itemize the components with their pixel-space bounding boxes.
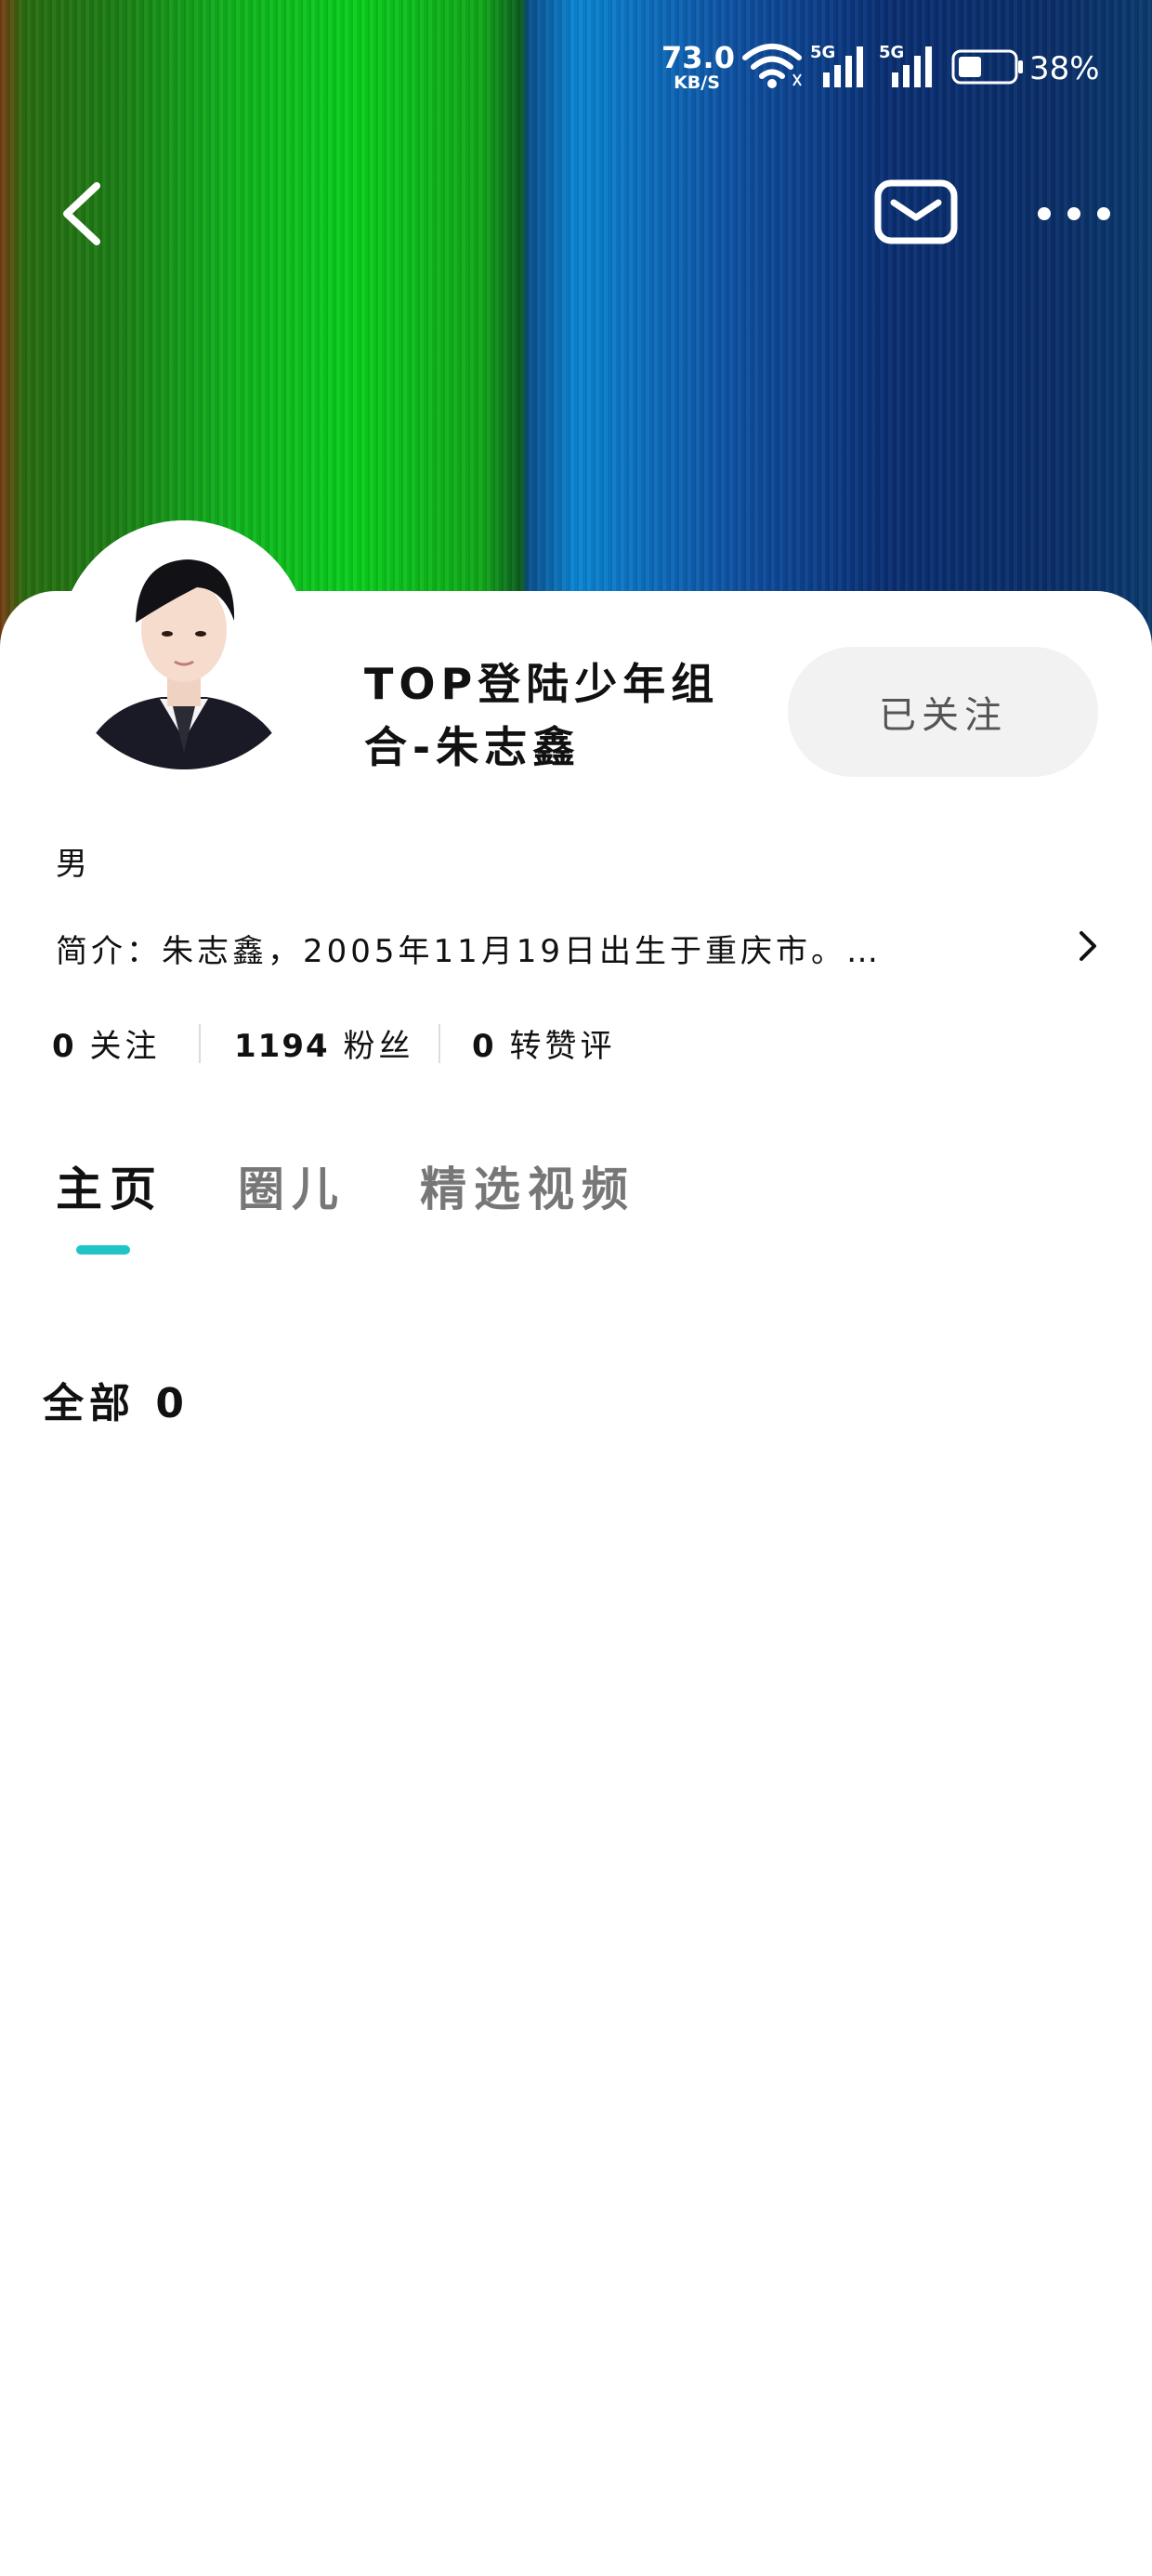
- bio-text: 简介：朱志鑫，2005年11月19日出生于重庆市。…: [56, 933, 883, 970]
- chevron-left-icon: [63, 182, 100, 245]
- back-button[interactable]: [56, 178, 111, 249]
- stat-divider: [199, 1024, 201, 1063]
- stat-following-number: 0: [52, 1028, 76, 1065]
- battery-percent: 38%: [1029, 50, 1100, 87]
- battery-icon: [951, 49, 1023, 85]
- following-button[interactable]: 已关注: [788, 647, 1098, 777]
- message-button[interactable]: [873, 178, 959, 245]
- more-button[interactable]: [1031, 195, 1117, 232]
- profile-sheet: [0, 591, 1152, 2576]
- cellular-signal-icon: 5G: [810, 43, 863, 87]
- avatar-image: [59, 520, 308, 769]
- tab-featured-videos[interactable]: 精选视频: [420, 1152, 635, 1219]
- stat-following-label: 关注: [89, 1028, 161, 1065]
- tab-home[interactable]: 主页: [56, 1152, 164, 1219]
- stat-interactions[interactable]: 0 转赞评: [472, 1020, 615, 1066]
- stat-interactions-label: 转赞评: [509, 1028, 616, 1065]
- avatar[interactable]: [59, 520, 308, 769]
- wifi-icon: [742, 44, 802, 88]
- network-speed-unit: KB/S: [674, 72, 720, 93]
- tab-circle[interactable]: 圈儿: [238, 1152, 346, 1219]
- cellular-signal-2-icon: 5G: [879, 43, 932, 87]
- stat-following[interactable]: 0 关注: [52, 1020, 160, 1066]
- more-horizontal-icon: [1038, 207, 1110, 220]
- stat-fans-number: 1194: [234, 1028, 330, 1065]
- mail-icon: [874, 179, 958, 244]
- status-bar: 73.0 KB/S 5G 5G 38%: [0, 0, 1152, 139]
- profile-name: TOP登陆少年组合-朱志鑫: [364, 659, 720, 772]
- stat-interactions-number: 0: [472, 1028, 496, 1065]
- network-speed-value: 73.0: [661, 40, 735, 75]
- section-title: 全部 0: [43, 1380, 190, 1427]
- network-speed: 73.0 KB/S: [661, 40, 735, 93]
- stat-divider: [439, 1024, 440, 1063]
- gender-label: 男: [56, 846, 87, 883]
- bio-row[interactable]: 简介：朱志鑫，2005年11月19日出生于重庆市。…: [56, 926, 1102, 972]
- signal-1-label: 5G: [810, 43, 835, 62]
- chevron-right-icon: [1080, 931, 1096, 961]
- stat-fans-label: 粉丝: [343, 1028, 414, 1065]
- stat-fans[interactable]: 1194 粉丝: [234, 1020, 413, 1066]
- active-tab-indicator: [76, 1245, 130, 1255]
- profile-tabs: 主页 圈儿 精选视频: [0, 1152, 1152, 1264]
- signal-2-label: 5G: [879, 43, 904, 62]
